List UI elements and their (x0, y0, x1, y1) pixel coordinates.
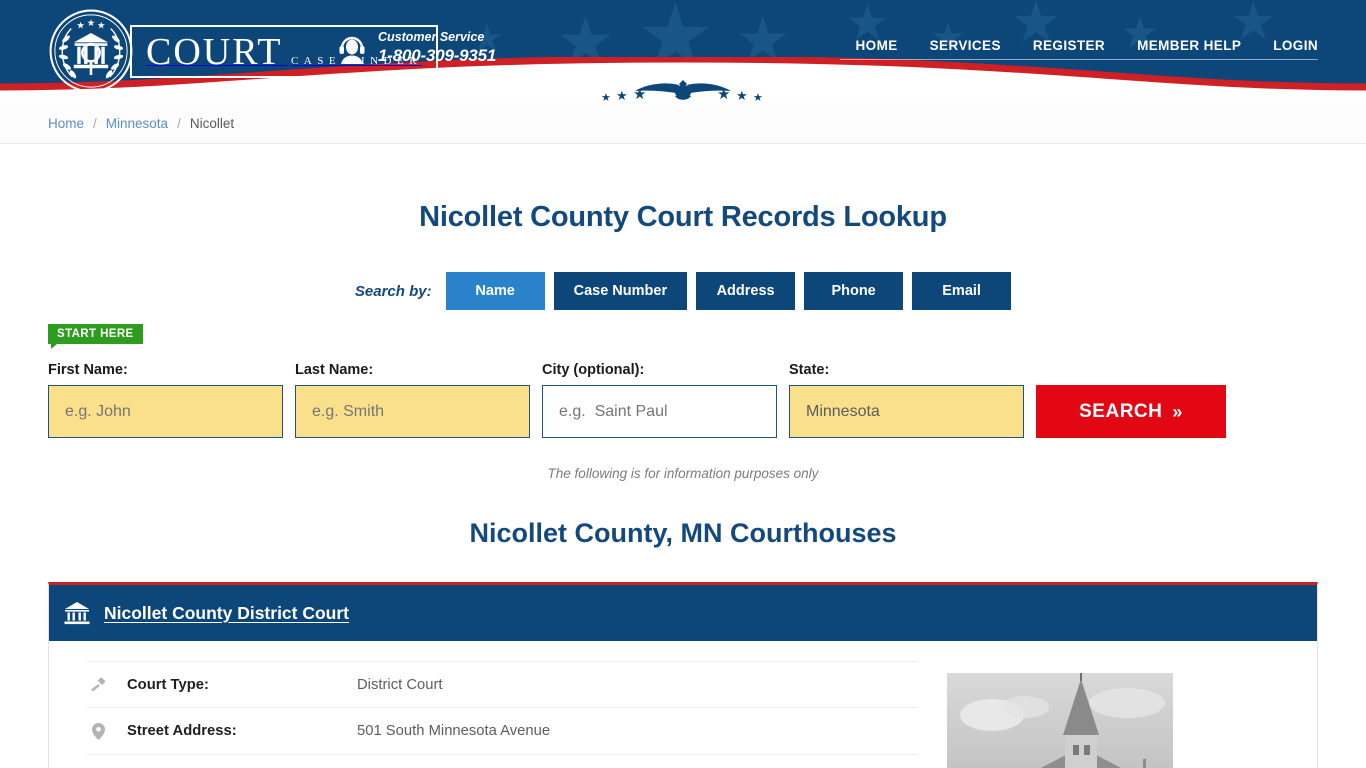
svg-text:★: ★ (601, 91, 611, 103)
svg-text:★: ★ (717, 85, 730, 103)
courthouse-detail-list: Court Type: District Court Street Addres… (87, 661, 917, 768)
last-name-input[interactable] (295, 385, 530, 438)
breadcrumb-item-minnesota[interactable]: Minnesota (106, 116, 168, 131)
map-pin-icon (87, 722, 109, 740)
tab-email[interactable]: Email (912, 272, 1012, 310)
courthouse-title-link[interactable]: Nicollet County District Court (104, 603, 349, 624)
detail-label-court-type: Court Type: (127, 676, 209, 693)
svg-text:★: ★ (736, 89, 748, 103)
breadcrumb-item-nicollet: Nicollet (189, 116, 235, 131)
courthouse-card-body: Court Type: District Court Street Addres… (49, 641, 1317, 768)
section-title: Nicollet County, MN Courthouses (469, 518, 897, 548)
tab-phone[interactable]: Phone (804, 272, 904, 310)
main-navigation: HOME SERVICES REGISTER MEMBER HELP LOGIN (839, 38, 1318, 60)
gavel-icon (87, 676, 109, 693)
bank-courthouse-icon (64, 602, 90, 625)
breadcrumb-separator: / (93, 116, 97, 131)
nav-item-login[interactable]: LOGIN (1257, 38, 1318, 60)
customer-service-block: Customer Service 1-800-309-9351 (336, 30, 496, 66)
court-seal-icon: ★ ★ ★ (49, 9, 133, 93)
detail-label-street-address: Street Address: (127, 723, 237, 739)
search-form: START HERE First Name: Last Name: City (… (48, 324, 1318, 438)
table-row: City: St. Peter (87, 755, 917, 768)
svg-text:★: ★ (616, 89, 628, 103)
page-title: Nicollet County Court Records Lookup (419, 201, 947, 233)
breadcrumb: Home / Minnesota / Nicollet (48, 103, 1318, 144)
tab-case-number[interactable]: Case Number (553, 272, 688, 310)
svg-text:★: ★ (76, 21, 84, 32)
last-name-label: Last Name: (295, 362, 374, 378)
courthouse-photo-column (947, 661, 1173, 768)
state-field-group: State: Minnesota (789, 362, 1024, 438)
svg-text:★: ★ (753, 91, 763, 103)
breadcrumb-bar: Home / Minnesota / Nicollet (0, 103, 1366, 144)
customer-service-phone: 1-800-309-9351 (378, 46, 497, 65)
logo-title: COURT (146, 30, 283, 77)
first-name-label: First Name: (48, 362, 128, 378)
eagle-emblem-icon: ★ ★ ★ ★ ★ ★ (601, 80, 763, 103)
courthouse-card: Nicollet County District Court Court Typ… (48, 582, 1318, 768)
search-button[interactable]: SEARCH » (1036, 385, 1226, 438)
first-name-input[interactable] (48, 385, 283, 438)
tab-address[interactable]: Address (696, 272, 796, 310)
nav-item-member-help[interactable]: MEMBER HELP (1121, 38, 1258, 60)
nav-item-home[interactable]: HOME (839, 38, 914, 60)
svg-text:★: ★ (633, 85, 646, 103)
headset-support-icon (339, 36, 365, 65)
main-content: Nicollet County Court Records Lookup Sea… (48, 144, 1318, 768)
svg-text:★: ★ (87, 18, 95, 29)
search-by-label: Search by: (354, 282, 432, 300)
disclaimer-text: The following is for information purpose… (547, 466, 819, 481)
state-select[interactable]: Minnesota (789, 385, 1024, 438)
detail-value-street-address: 501 South Minnesota Avenue (357, 723, 551, 739)
start-here-badge: START HERE (48, 324, 143, 349)
first-name-field-group: First Name: (48, 362, 283, 438)
customer-service-label: Customer Service (378, 30, 485, 44)
search-by-tabs: Search by: Name Case Number Address Phon… (48, 272, 1318, 310)
table-row: Court Type: District Court (87, 661, 917, 708)
state-label: State: (789, 362, 830, 378)
site-header: ★ ★ ★ ★ ★ ★ ★ ★ ★ ★ ★ ★ COURT CASE FINDE… (0, 0, 1366, 103)
detail-value-court-type: District Court (357, 676, 443, 693)
courthouse-card-header: Nicollet County District Court (49, 585, 1317, 641)
courthouse-photo (947, 673, 1173, 768)
breadcrumb-separator: / (177, 116, 181, 131)
tab-name[interactable]: Name (445, 272, 545, 310)
search-button-label: SEARCH (1079, 400, 1163, 422)
table-row: Street Address: 501 South Minnesota Aven… (87, 708, 917, 755)
nav-item-services[interactable]: SERVICES (913, 38, 1017, 60)
city-input[interactable] (542, 385, 777, 438)
city-field-group: City (optional): (542, 362, 777, 438)
breadcrumb-item-home[interactable]: Home (48, 116, 84, 131)
nav-item-register[interactable]: REGISTER (1016, 38, 1122, 60)
chevron-right-icon: » (1172, 401, 1183, 422)
last-name-field-group: Last Name: (295, 362, 530, 438)
city-label: City (optional): (542, 362, 645, 378)
svg-text:★: ★ (97, 21, 105, 32)
